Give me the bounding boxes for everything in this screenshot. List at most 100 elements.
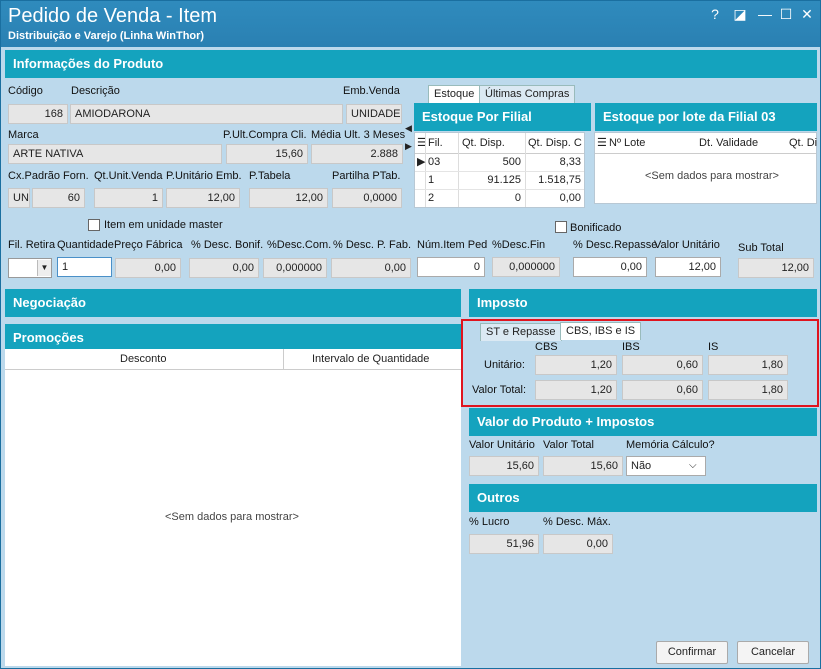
help-icon[interactable]: ? bbox=[706, 6, 724, 22]
valor-total-label: Valor Total: bbox=[472, 384, 527, 396]
section-outros: Outros bbox=[469, 484, 817, 512]
promocoes-header-desconto[interactable]: Desconto bbox=[120, 351, 166, 368]
grid-menu-icon[interactable]: ☰ bbox=[597, 135, 607, 152]
cbs-unit-field[interactable]: 1,20 bbox=[535, 355, 617, 375]
marca-label: Marca bbox=[8, 129, 39, 141]
marca-field[interactable]: ARTE NATIVA bbox=[8, 144, 222, 164]
numitem-input[interactable]: 0 bbox=[417, 257, 485, 277]
subtotal-label: Sub Total bbox=[738, 242, 784, 254]
desccom-label: %Desc.Com. bbox=[267, 239, 332, 251]
descricao-field[interactable]: AMIODARONA bbox=[70, 104, 343, 124]
item-master-checkbox[interactable] bbox=[88, 219, 100, 231]
chevron-down-icon[interactable]: ▼ bbox=[37, 260, 51, 276]
vunit-label: Valor Unitário bbox=[654, 239, 720, 251]
section-info: Informações do Produto bbox=[5, 50, 817, 78]
ptabela-label: P.Tabela bbox=[249, 170, 291, 182]
promocoes-header-intervalo[interactable]: Intervalo de Quantidade bbox=[312, 351, 429, 368]
numitem-label: Núm.Item Ped bbox=[417, 239, 488, 251]
subtotal-field[interactable]: 12,00 bbox=[738, 258, 814, 278]
estoque-header-fil[interactable]: Fil. bbox=[428, 135, 443, 152]
window-title: Pedido de Venda - Item bbox=[8, 5, 218, 27]
emb-field[interactable]: UNIDADE bbox=[346, 104, 402, 124]
cx-un-field[interactable]: UN bbox=[8, 188, 30, 208]
punit-emb-field[interactable]: 12,00 bbox=[166, 188, 240, 208]
descbonif-field[interactable]: 0,00 bbox=[189, 258, 259, 278]
tab-ultimas-compras[interactable]: Últimas Compras bbox=[479, 85, 576, 103]
table-cell[interactable]: 1.518,75 bbox=[528, 172, 581, 189]
lucro-label: % Lucro bbox=[469, 516, 510, 528]
tab-st-repasse[interactable]: ST e Repasse bbox=[480, 323, 562, 341]
estoque-header-qtdispc[interactable]: Qt. Disp. C bbox=[528, 135, 582, 152]
descfin-field[interactable]: 0,000000 bbox=[492, 257, 560, 277]
cx-val-field[interactable]: 60 bbox=[32, 188, 85, 208]
emb-label: Emb.Venda bbox=[343, 85, 400, 97]
vp-vunit-field[interactable]: 15,60 bbox=[469, 456, 539, 476]
qtunit-field[interactable]: 1 bbox=[94, 188, 163, 208]
vunit-input[interactable]: 12,00 bbox=[655, 257, 721, 277]
section-estoque-filial: Estoque Por Filial bbox=[414, 103, 591, 131]
cxpadrao-label: Cx.Padrão Forn. bbox=[8, 170, 89, 182]
ibs-total-field[interactable]: 0,60 bbox=[622, 380, 703, 400]
descfin-label: %Desc.Fin bbox=[492, 239, 546, 251]
table-cell[interactable]: 1 bbox=[428, 172, 434, 189]
vp-vunit-label: Valor Unitário bbox=[469, 439, 535, 451]
qtd-input[interactable]: 1 bbox=[57, 257, 112, 277]
estoque-header-qtdisp[interactable]: Qt. Disp. bbox=[462, 135, 505, 152]
lucro-field[interactable]: 51,96 bbox=[469, 534, 539, 554]
cancelar-button[interactable]: Cancelar bbox=[737, 641, 809, 664]
window: Pedido de Venda - Item Distribuição e Va… bbox=[0, 0, 821, 669]
is-unit-field[interactable]: 1,80 bbox=[708, 355, 788, 375]
cbs-total-field[interactable]: 1,20 bbox=[535, 380, 617, 400]
edit-icon[interactable]: ◪ bbox=[731, 6, 749, 23]
codigo-label: Código bbox=[8, 85, 43, 97]
section-valor-prod: Valor do Produto + Impostos bbox=[469, 408, 817, 436]
lote-header-lote[interactable]: Nº Lote bbox=[609, 135, 645, 152]
table-cell[interactable]: 91.125 bbox=[461, 172, 521, 189]
descmax-label: % Desc. Máx. bbox=[543, 516, 611, 528]
estoque-grid: ☰ Fil. Qt. Disp. Qt. Disp. C ▶ 03 500 8,… bbox=[414, 132, 585, 208]
vp-vtotal-field[interactable]: 15,60 bbox=[543, 456, 623, 476]
col-cbs-label: CBS bbox=[535, 341, 558, 353]
descbonif-label: % Desc. Bonif. bbox=[191, 239, 264, 251]
descricao-label: Descrição bbox=[71, 85, 120, 97]
ibs-unit-field[interactable]: 0,60 bbox=[622, 355, 703, 375]
media-field[interactable]: 2.888 bbox=[311, 144, 403, 164]
chevron-down-icon[interactable]: ⌵ bbox=[689, 460, 697, 471]
descmax-field[interactable]: 0,00 bbox=[543, 534, 613, 554]
media-label: Média Ult. 3 Meses bbox=[311, 129, 406, 141]
ptabela-field[interactable]: 12,00 bbox=[249, 188, 328, 208]
partilha-field[interactable]: 0,0000 bbox=[332, 188, 402, 208]
section-imposto: Imposto bbox=[469, 289, 817, 317]
descpfab-field[interactable]: 0,00 bbox=[331, 258, 411, 278]
vp-vtotal-label: Valor Total bbox=[543, 439, 594, 451]
table-cell[interactable]: 2 bbox=[428, 190, 434, 207]
section-promocoes: Promoções bbox=[5, 321, 461, 352]
table-cell[interactable]: 03 bbox=[428, 154, 440, 171]
maximize-icon[interactable]: ☐ bbox=[777, 6, 795, 23]
bonificado-checkbox[interactable] bbox=[555, 221, 567, 233]
promocoes-empty: <Sem dados para mostrar> bbox=[165, 511, 299, 523]
section-negociacao: Negociação bbox=[5, 289, 461, 317]
tab-cbs-ibs-is[interactable]: CBS, IBS e IS bbox=[560, 322, 642, 340]
title-bar: Pedido de Venda - Item Distribuição e Va… bbox=[1, 1, 820, 47]
descpfab-label: % Desc. P. Fab. bbox=[333, 239, 412, 251]
lote-header-qtdi[interactable]: Qt. Di bbox=[789, 135, 817, 152]
lote-header-validade[interactable]: Dt. Validade bbox=[699, 135, 758, 152]
memoria-label: Memória Cálculo? bbox=[626, 439, 715, 451]
codigo-field[interactable]: 168 bbox=[8, 104, 68, 124]
is-total-field[interactable]: 1,80 bbox=[708, 380, 788, 400]
close-icon[interactable]: ✕ bbox=[798, 6, 816, 23]
table-cell[interactable]: 0,00 bbox=[528, 190, 581, 207]
pult-field[interactable]: 15,60 bbox=[226, 144, 308, 164]
table-cell[interactable]: 500 bbox=[461, 154, 521, 171]
table-cell[interactable]: 8,33 bbox=[528, 154, 581, 171]
pfab-label: Preço Fábrica bbox=[114, 239, 183, 251]
confirmar-button[interactable]: Confirmar bbox=[656, 641, 728, 664]
table-cell[interactable]: 0 bbox=[461, 190, 521, 207]
descrep-input[interactable]: 0,00 bbox=[573, 257, 647, 277]
desccom-field[interactable]: 0,000000 bbox=[263, 258, 327, 278]
minimize-icon[interactable]: — bbox=[756, 6, 774, 22]
pfab-field[interactable]: 0,00 bbox=[115, 258, 181, 278]
pult-label: P.Ult.Compra Cli. bbox=[223, 129, 307, 141]
tab-estoque[interactable]: Estoque bbox=[428, 85, 481, 103]
